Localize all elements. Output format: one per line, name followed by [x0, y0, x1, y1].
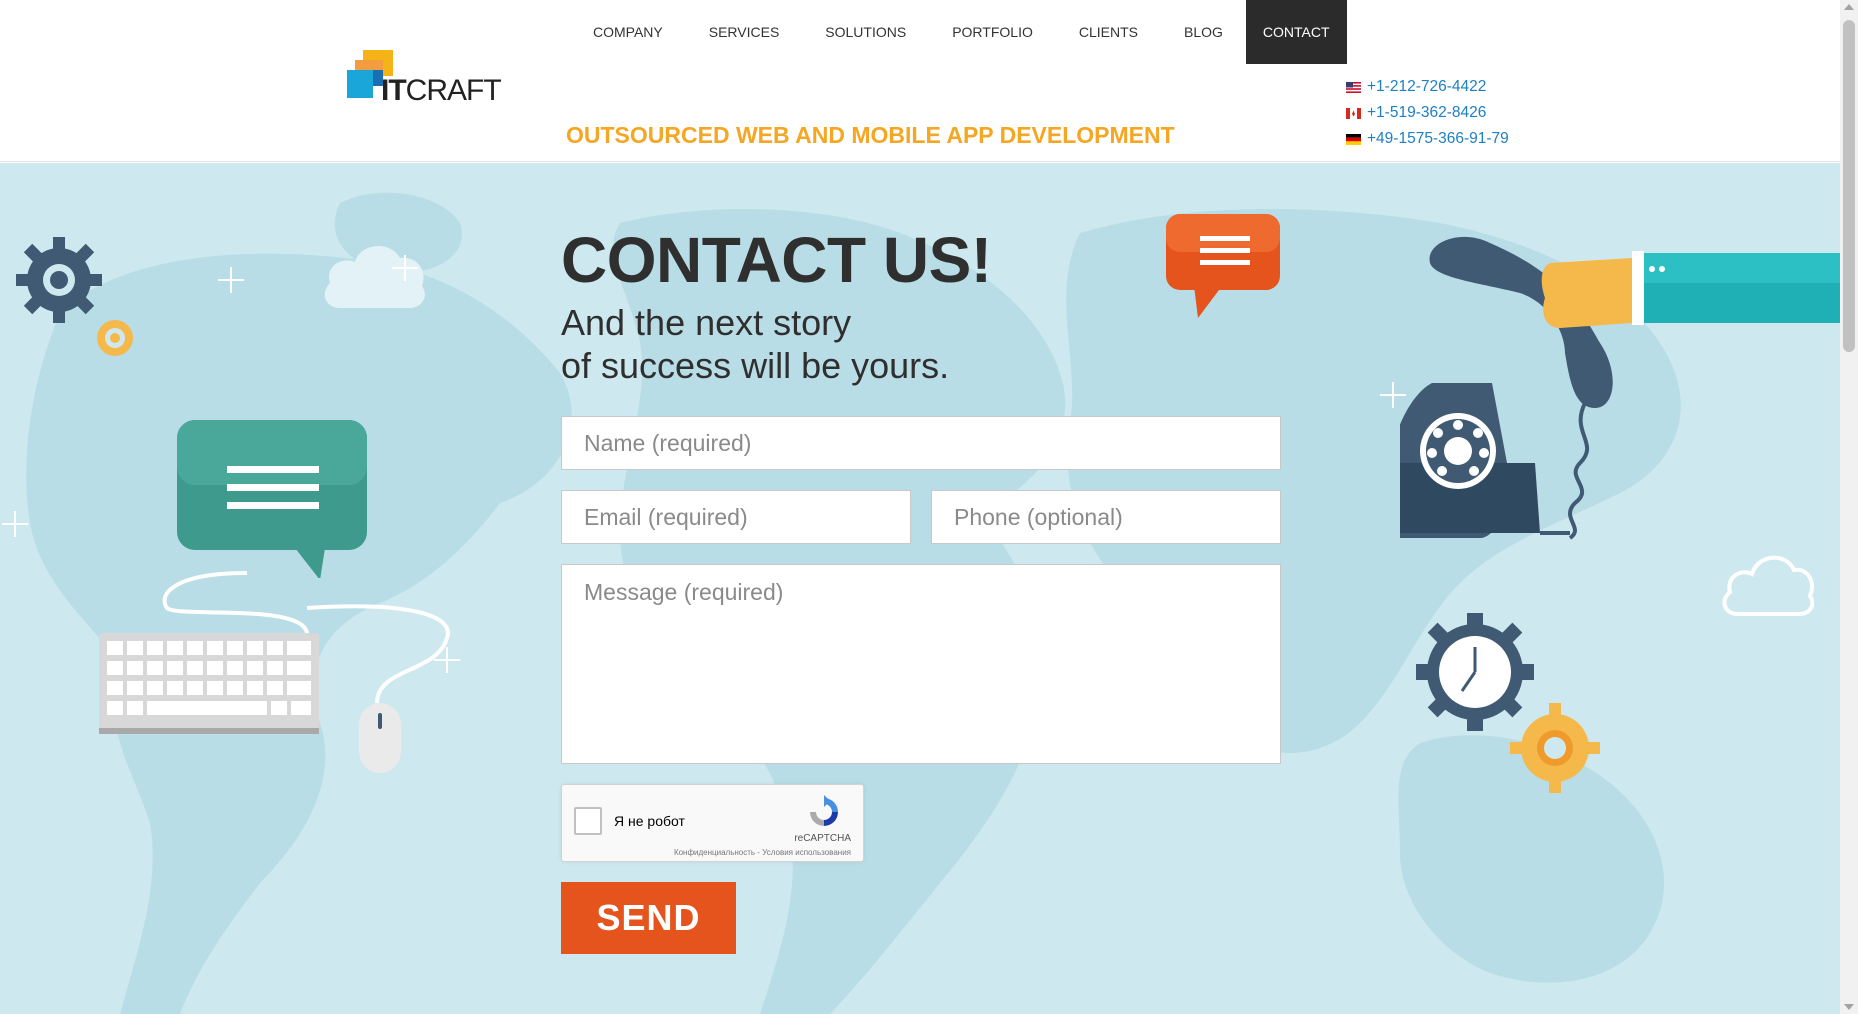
tagline: OUTSOURCED WEB AND MOBILE APP DEVELOPMEN… [566, 122, 1175, 148]
phone-link-us[interactable]: +1-212-726-4422 [1367, 78, 1486, 96]
message-field[interactable] [561, 564, 1281, 764]
recaptcha-checkbox[interactable] [574, 807, 602, 835]
gear-icon [16, 237, 102, 323]
phone-row-canada: +1-519-362-8426 [1346, 100, 1509, 126]
scroll-down-arrow-icon[interactable] [1844, 1004, 1854, 1010]
sparkle-icon [392, 255, 418, 281]
keyboard-mouse-illustration [99, 571, 450, 773]
cloud-outline-icon [1722, 555, 1814, 616]
recaptcha-links[interactable]: Конфиденциальность - Условия использован… [674, 848, 851, 857]
send-button[interactable]: SEND [561, 882, 736, 954]
scroll-thumb[interactable] [1843, 20, 1855, 352]
scroll-up-arrow-icon[interactable] [1844, 4, 1854, 10]
subtitle-line-2: of success will be yours. [561, 345, 950, 386]
nav-item-solutions[interactable]: SOLUTIONS [802, 0, 929, 64]
phone-field[interactable] [931, 490, 1281, 544]
sparkle-icon [434, 647, 460, 673]
recaptcha-label: Я не робот [614, 813, 685, 829]
orange-gear-icon [1510, 703, 1600, 793]
recaptcha-widget: Я не робот reCAPTCHA Конфиденциальность … [561, 784, 864, 862]
phone-row-us: +1-212-726-4422 [1346, 74, 1509, 100]
sparkle-icon [2, 511, 28, 537]
phone-link-germany[interactable]: +49-1575-366-91-79 [1367, 130, 1509, 148]
nav-item-portfolio[interactable]: PORTFOLIO [929, 0, 1056, 64]
email-field[interactable] [561, 490, 911, 544]
itcraft-logo[interactable]: ITCRAFT [345, 46, 502, 108]
contact-hero: CONTACT US! And the next story of succes… [0, 163, 1840, 1014]
nav-item-clients[interactable]: CLIENTS [1056, 0, 1161, 64]
main-nav: COMPANY SERVICES SOLUTIONS PORTFOLIO CLI… [570, 0, 1347, 64]
nav-item-contact[interactable]: CONTACT [1245, 0, 1347, 64]
nav-item-company[interactable]: COMPANY [570, 0, 686, 64]
logo-text: ITCRAFT [381, 74, 502, 107]
subtitle-line-1: And the next story [561, 302, 852, 343]
recaptcha-brand: reCAPTCHA [794, 833, 851, 844]
recaptcha-logo-icon [810, 795, 838, 826]
sparkle-icon [218, 267, 244, 293]
phone-row-germany: +49-1575-366-91-79 [1346, 126, 1509, 152]
page-scrollbar[interactable] [1840, 0, 1858, 1014]
page-title: CONTACT US! [561, 224, 992, 296]
phone-link-canada[interactable]: +1-519-362-8426 [1367, 104, 1486, 122]
small-gear-icon [97, 320, 133, 356]
phone-list: +1-212-726-4422 +1-519-362-8426 +49-1575… [1346, 74, 1509, 152]
telephone-illustration [1400, 236, 1840, 540]
nav-item-blog[interactable]: BLOG [1161, 0, 1246, 64]
nav-item-services[interactable]: SERVICES [686, 0, 803, 64]
chat-bubble-icon [177, 420, 367, 578]
canada-flag-icon [1346, 107, 1361, 119]
us-flag-icon [1346, 81, 1361, 93]
name-field[interactable] [561, 416, 1281, 470]
germany-flag-icon [1346, 133, 1361, 145]
page-subtitle: And the next story of success will be yo… [561, 301, 949, 387]
site-header: ITCRAFT COMPANY SERVICES SOLUTIONS PORTF… [0, 0, 1840, 162]
message-bubble-icon [1166, 214, 1280, 318]
